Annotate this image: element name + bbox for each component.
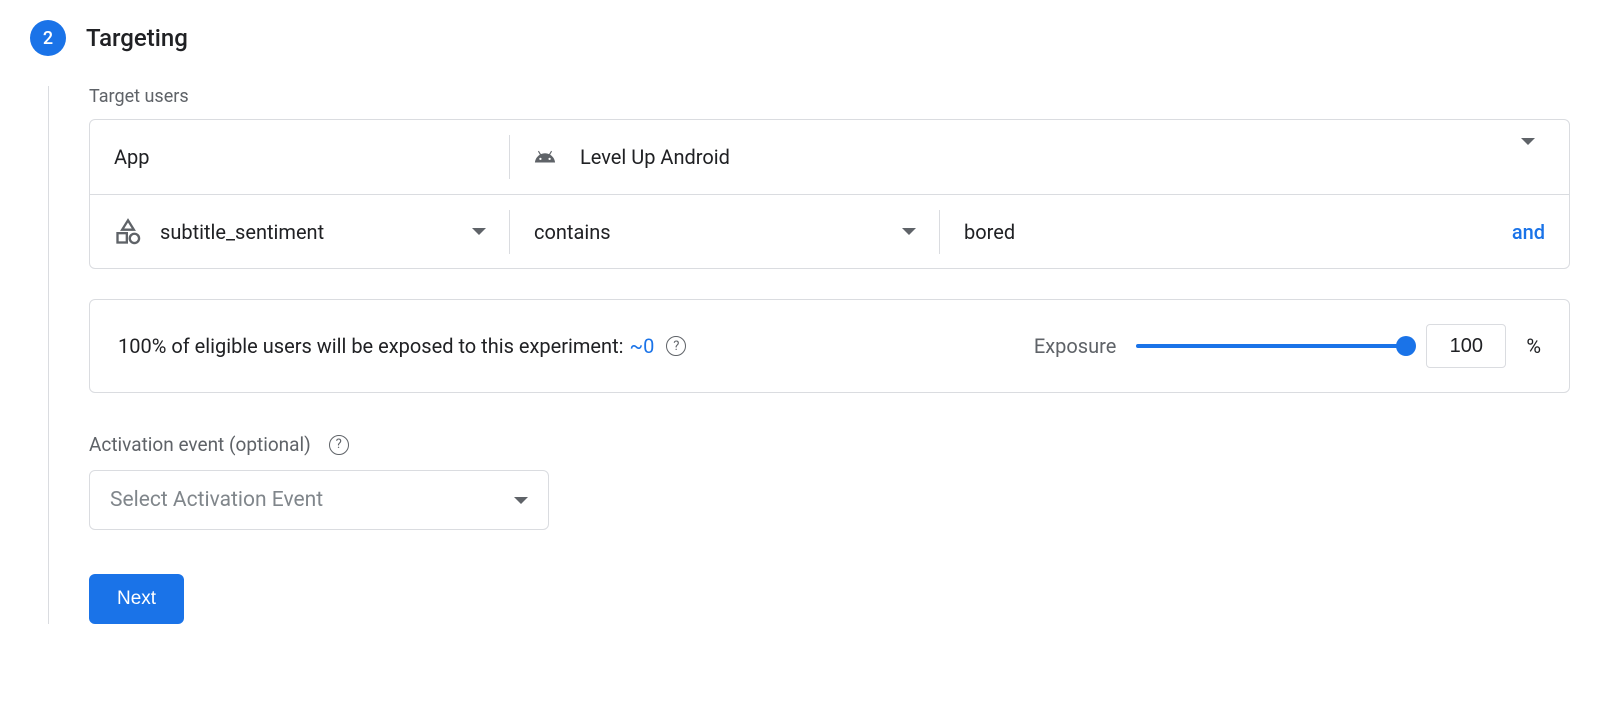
step-body: Target users App Level Up Android — [48, 86, 1570, 624]
activation-chevron-icon — [514, 497, 528, 504]
exposure-approx-count[interactable]: ~0 — [629, 334, 654, 358]
app-select[interactable]: Level Up Android — [510, 134, 1569, 180]
help-icon[interactable]: ? — [329, 435, 349, 455]
exposure-text: 100% of eligible users will be exposed t… — [118, 334, 1034, 358]
help-icon[interactable]: ? — [666, 336, 686, 356]
app-dropdown-chevron — [1521, 145, 1545, 169]
target-users-label: Target users — [89, 86, 1570, 107]
target-users-box: App Level Up Android — [89, 119, 1570, 269]
property-chevron-icon — [472, 228, 486, 235]
exposure-description: 100% of eligible users will be exposed t… — [118, 334, 623, 358]
exposure-slider-thumb[interactable] — [1396, 336, 1416, 356]
app-label: App — [114, 145, 150, 169]
app-label-cell: App — [90, 134, 510, 180]
step-header: 2 Targeting — [30, 20, 1570, 56]
exposure-input[interactable] — [1426, 324, 1506, 368]
and-condition-link[interactable]: and — [1512, 220, 1545, 244]
category-icon — [114, 218, 142, 246]
step-number-badge: 2 — [30, 20, 66, 56]
activation-label-row: Activation event (optional) ? — [89, 433, 1570, 456]
operator-value: contains — [534, 220, 611, 244]
percent-sign: % — [1526, 334, 1541, 358]
activation-event-label: Activation event (optional) — [89, 433, 311, 456]
exposure-box: 100% of eligible users will be exposed t… — [89, 299, 1570, 393]
property-value: subtitle_sentiment — [160, 220, 454, 244]
activation-event-placeholder: Select Activation Event — [110, 488, 323, 512]
android-icon — [534, 146, 556, 168]
condition-row: subtitle_sentiment contains bored and — [90, 194, 1569, 268]
value-cell[interactable]: bored and — [940, 209, 1569, 255]
property-select[interactable]: subtitle_sentiment — [90, 209, 510, 255]
operator-chevron-icon — [902, 228, 916, 235]
exposure-slider[interactable] — [1136, 344, 1406, 348]
app-value: Level Up Android — [580, 145, 730, 169]
operator-select[interactable]: contains — [510, 209, 940, 255]
exposure-control: Exposure % — [1034, 324, 1541, 368]
next-button[interactable]: Next — [89, 574, 184, 624]
activation-event-select[interactable]: Select Activation Event — [89, 470, 549, 530]
app-row: App Level Up Android — [90, 120, 1569, 194]
exposure-label: Exposure — [1034, 334, 1116, 358]
step-title: Targeting — [86, 24, 188, 52]
condition-value: bored — [964, 220, 1015, 244]
